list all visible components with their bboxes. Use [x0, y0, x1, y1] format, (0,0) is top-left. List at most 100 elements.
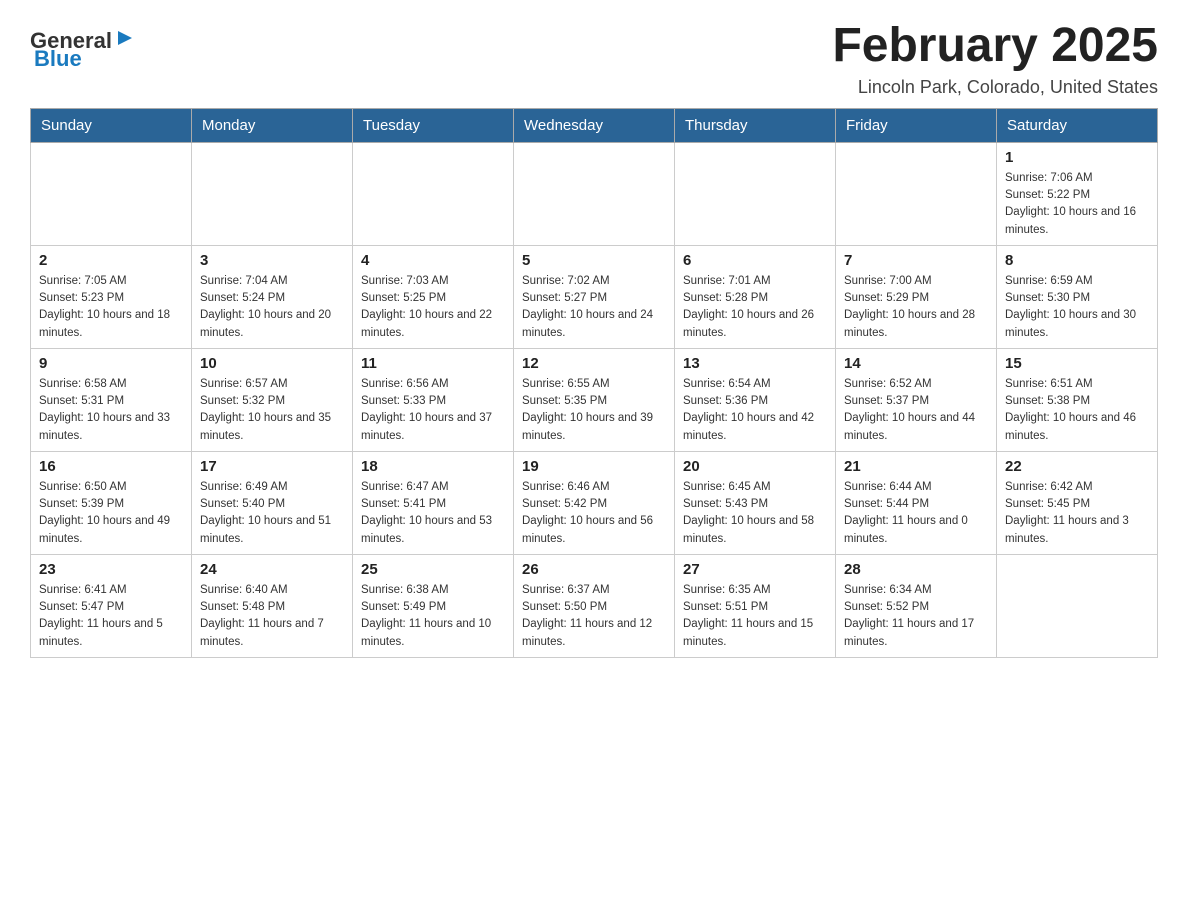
calendar-cell: 21 Sunrise: 6:44 AMSunset: 5:44 PMDayligh… [836, 451, 997, 554]
day-sun-info: Sunrise: 6:51 AMSunset: 5:38 PMDaylight:… [1005, 376, 1149, 445]
calendar-week-row: 1 Sunrise: 7:06 AMSunset: 5:22 PMDaylight… [31, 142, 1158, 245]
day-sun-info: Sunrise: 6:59 AMSunset: 5:30 PMDaylight:… [1005, 273, 1149, 342]
calendar-cell: 4Sunrise: 7:03 AMSunset: 5:25 PMDaylight… [353, 245, 514, 348]
day-sun-info: Sunrise: 6:42 AMSunset: 5:45 PMDaylight:… [1005, 479, 1149, 548]
calendar-table: SundayMondayTuesdayWednesdayThursdayFrid… [30, 108, 1158, 658]
logo-blue-text: Blue [34, 46, 82, 72]
calendar-cell: 16Sunrise: 6:50 AMSunset: 5:39 PMDayligh… [31, 451, 192, 554]
calendar-week-row: 2 Sunrise: 7:05 AMSunset: 5:23 PMDaylight… [31, 245, 1158, 348]
calendar-cell: 24 Sunrise: 6:40 AMSunset: 5:48 PMDayligh… [192, 554, 353, 657]
day-number: 2 [39, 252, 183, 269]
calendar-cell [514, 142, 675, 245]
calendar-cell: 8Sunrise: 6:59 AMSunset: 5:30 PMDaylight… [997, 245, 1158, 348]
calendar-cell: 11Sunrise: 6:56 AMSunset: 5:33 PMDayligh… [353, 348, 514, 451]
day-sun-info: Sunrise: 6:35 AMSunset: 5:51 PMDaylight:… [683, 582, 827, 651]
calendar-cell [192, 142, 353, 245]
day-sun-info: Sunrise: 6:40 AMSunset: 5:48 PMDaylight:… [200, 582, 344, 651]
calendar-cell: 20 Sunrise: 6:45 AMSunset: 5:43 PMDayligh… [675, 451, 836, 554]
weekday-header-thursday: Thursday [675, 108, 836, 142]
month-title: February 2025 [832, 20, 1158, 73]
calendar-week-row: 16Sunrise: 6:50 AMSunset: 5:39 PMDayligh… [31, 451, 1158, 554]
calendar-cell: 23 Sunrise: 6:41 AMSunset: 5:47 PMDayligh… [31, 554, 192, 657]
day-number: 3 [200, 252, 344, 269]
day-number: 4 [361, 252, 505, 269]
day-number: 13 [683, 355, 827, 372]
calendar-week-row: 23 Sunrise: 6:41 AMSunset: 5:47 PMDayligh… [31, 554, 1158, 657]
calendar-cell: 17 Sunrise: 6:49 AMSunset: 5:40 PMDayligh… [192, 451, 353, 554]
day-number: 14 [844, 355, 988, 372]
day-number: 7 [844, 252, 988, 269]
calendar-cell: 13Sunrise: 6:54 AMSunset: 5:36 PMDayligh… [675, 348, 836, 451]
day-sun-info: Sunrise: 7:02 AMSunset: 5:27 PMDaylight:… [522, 273, 666, 342]
day-number: 6 [683, 252, 827, 269]
calendar-cell: 10Sunrise: 6:57 AMSunset: 5:32 PMDayligh… [192, 348, 353, 451]
day-number: 22 [1005, 458, 1149, 475]
day-number: 24 [200, 561, 344, 578]
weekday-header-saturday: Saturday [997, 108, 1158, 142]
calendar-cell: 12 Sunrise: 6:55 AMSunset: 5:35 PMDayligh… [514, 348, 675, 451]
calendar-cell: 6 Sunrise: 7:01 AMSunset: 5:28 PMDaylight… [675, 245, 836, 348]
calendar-cell: 9 Sunrise: 6:58 AMSunset: 5:31 PMDaylight… [31, 348, 192, 451]
day-number: 25 [361, 561, 505, 578]
day-number: 12 [522, 355, 666, 372]
day-number: 15 [1005, 355, 1149, 372]
day-sun-info: Sunrise: 7:06 AMSunset: 5:22 PMDaylight:… [1005, 170, 1149, 239]
day-sun-info: Sunrise: 6:52 AMSunset: 5:37 PMDaylight:… [844, 376, 988, 445]
day-sun-info: Sunrise: 6:34 AMSunset: 5:52 PMDaylight:… [844, 582, 988, 651]
calendar-header-row: SundayMondayTuesdayWednesdayThursdayFrid… [31, 108, 1158, 142]
calendar-cell: 2 Sunrise: 7:05 AMSunset: 5:23 PMDaylight… [31, 245, 192, 348]
calendar-cell [836, 142, 997, 245]
day-sun-info: Sunrise: 6:41 AMSunset: 5:47 PMDaylight:… [39, 582, 183, 651]
day-number: 17 [200, 458, 344, 475]
calendar-cell: 22 Sunrise: 6:42 AMSunset: 5:45 PMDayligh… [997, 451, 1158, 554]
calendar-cell: 28 Sunrise: 6:34 AMSunset: 5:52 PMDayligh… [836, 554, 997, 657]
location-subtitle: Lincoln Park, Colorado, United States [832, 77, 1158, 98]
calendar-cell: 1 Sunrise: 7:06 AMSunset: 5:22 PMDaylight… [997, 142, 1158, 245]
day-number: 28 [844, 561, 988, 578]
day-sun-info: Sunrise: 6:49 AMSunset: 5:40 PMDaylight:… [200, 479, 344, 548]
day-sun-info: Sunrise: 6:38 AMSunset: 5:49 PMDaylight:… [361, 582, 505, 651]
calendar-cell: 27 Sunrise: 6:35 AMSunset: 5:51 PMDayligh… [675, 554, 836, 657]
calendar-cell: 5 Sunrise: 7:02 AMSunset: 5:27 PMDaylight… [514, 245, 675, 348]
day-sun-info: Sunrise: 7:00 AMSunset: 5:29 PMDaylight:… [844, 273, 988, 342]
calendar-cell: 7 Sunrise: 7:00 AMSunset: 5:29 PMDaylight… [836, 245, 997, 348]
calendar-cell: 3 Sunrise: 7:04 AMSunset: 5:24 PMDaylight… [192, 245, 353, 348]
day-sun-info: Sunrise: 6:58 AMSunset: 5:31 PMDaylight:… [39, 376, 183, 445]
day-sun-info: Sunrise: 6:37 AMSunset: 5:50 PMDaylight:… [522, 582, 666, 651]
logo: General Blue [30, 20, 136, 72]
day-sun-info: Sunrise: 6:56 AMSunset: 5:33 PMDaylight:… [361, 376, 505, 445]
day-number: 21 [844, 458, 988, 475]
day-number: 16 [39, 458, 183, 475]
day-sun-info: Sunrise: 6:47 AMSunset: 5:41 PMDaylight:… [361, 479, 505, 548]
day-number: 23 [39, 561, 183, 578]
day-number: 27 [683, 561, 827, 578]
calendar-cell: 15 Sunrise: 6:51 AMSunset: 5:38 PMDayligh… [997, 348, 1158, 451]
weekday-header-wednesday: Wednesday [514, 108, 675, 142]
day-sun-info: Sunrise: 7:01 AMSunset: 5:28 PMDaylight:… [683, 273, 827, 342]
day-number: 20 [683, 458, 827, 475]
calendar-cell: 26 Sunrise: 6:37 AMSunset: 5:50 PMDayligh… [514, 554, 675, 657]
calendar-cell [353, 142, 514, 245]
calendar-cell [31, 142, 192, 245]
calendar-cell: 19Sunrise: 6:46 AMSunset: 5:42 PMDayligh… [514, 451, 675, 554]
weekday-header-sunday: Sunday [31, 108, 192, 142]
calendar-cell: 14 Sunrise: 6:52 AMSunset: 5:37 PMDayligh… [836, 348, 997, 451]
day-number: 26 [522, 561, 666, 578]
page-header: General Blue February 2025 Lincoln Park,… [30, 20, 1158, 98]
day-sun-info: Sunrise: 7:05 AMSunset: 5:23 PMDaylight:… [39, 273, 183, 342]
weekday-header-monday: Monday [192, 108, 353, 142]
day-sun-info: Sunrise: 6:44 AMSunset: 5:44 PMDaylight:… [844, 479, 988, 548]
logo-arrow-icon [114, 27, 136, 49]
day-number: 10 [200, 355, 344, 372]
calendar-cell: 18 Sunrise: 6:47 AMSunset: 5:41 PMDayligh… [353, 451, 514, 554]
weekday-header-friday: Friday [836, 108, 997, 142]
calendar-week-row: 9 Sunrise: 6:58 AMSunset: 5:31 PMDaylight… [31, 348, 1158, 451]
day-number: 1 [1005, 149, 1149, 166]
day-number: 9 [39, 355, 183, 372]
day-number: 19 [522, 458, 666, 475]
day-sun-info: Sunrise: 6:55 AMSunset: 5:35 PMDaylight:… [522, 376, 666, 445]
day-number: 18 [361, 458, 505, 475]
day-number: 5 [522, 252, 666, 269]
day-sun-info: Sunrise: 6:45 AMSunset: 5:43 PMDaylight:… [683, 479, 827, 548]
day-sun-info: Sunrise: 7:04 AMSunset: 5:24 PMDaylight:… [200, 273, 344, 342]
